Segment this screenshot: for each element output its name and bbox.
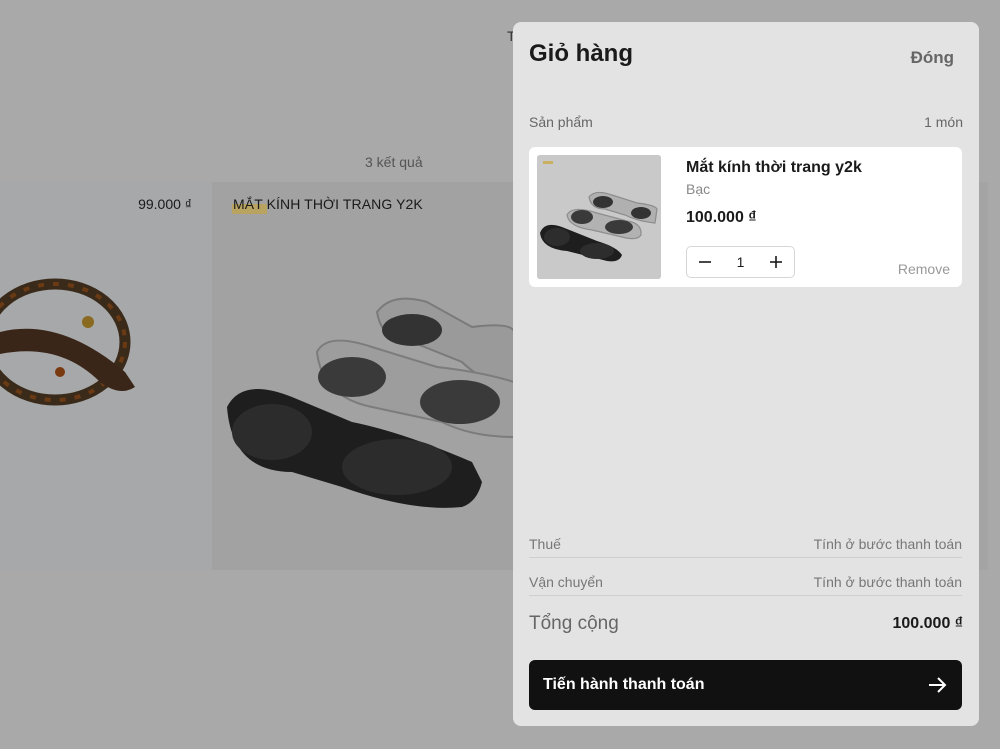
- product-card-edge: [978, 182, 988, 570]
- tax-row: Thuế Tính ở bước thanh toán: [529, 536, 962, 558]
- plus-icon: [770, 256, 782, 268]
- product-name: MẮT KÍNH THỜI TRANG Y2K: [233, 196, 423, 212]
- shipping-row: Vận chuyển Tính ở bước thanh toán: [529, 574, 962, 596]
- minus-icon: [699, 261, 711, 263]
- tax-label: Thuế: [529, 536, 561, 552]
- decrease-quantity-button[interactable]: [687, 247, 723, 277]
- shipping-label: Vận chuyển: [529, 574, 603, 590]
- tortoise-glasses-image: [0, 182, 212, 570]
- total-value: 100.000 ₫: [892, 615, 964, 632]
- increase-quantity-button[interactable]: [758, 247, 794, 277]
- result-count: 3 kết quả: [365, 154, 423, 170]
- tax-value: Tính ở bước thanh toán: [813, 536, 962, 552]
- cart-drawer: Giỏ hàng Đóng Sản phẩm 1 món Mắt kính th…: [513, 22, 979, 726]
- shipping-value: Tính ở bước thanh toán: [813, 574, 962, 590]
- item-count: 1 món: [924, 114, 963, 130]
- product-card-y2k[interactable]: MẮT KÍNH THỜI TRANG Y2K: [212, 182, 514, 570]
- arrow-right-icon: [929, 677, 947, 693]
- quantity-stepper: 1: [686, 246, 795, 278]
- total-label: Tổng cộng: [529, 613, 619, 634]
- cart-title: Giỏ hàng: [529, 40, 633, 67]
- product-thumbnail[interactable]: [537, 155, 661, 279]
- item-variant: Bạc: [686, 181, 711, 197]
- item-price: 100.000 ₫: [686, 209, 757, 226]
- product-card-tortoise[interactable]: 99.000 ₫: [0, 182, 212, 570]
- remove-button[interactable]: Remove: [898, 261, 950, 277]
- products-label: Sản phẩm: [529, 114, 593, 130]
- quantity-value[interactable]: 1: [723, 247, 758, 277]
- close-button[interactable]: Đóng: [911, 48, 954, 68]
- product-price: 99.000 ₫: [138, 196, 192, 212]
- y2k-glasses-image: [212, 182, 514, 570]
- y2k-glasses-thumbnail: [537, 155, 661, 279]
- checkout-label: Tiến hành thanh toán: [543, 676, 705, 693]
- checkout-button[interactable]: Tiến hành thanh toán: [529, 660, 962, 710]
- item-name[interactable]: Mắt kính thời trang y2k: [686, 159, 862, 177]
- cart-item: Mắt kính thời trang y2k Bạc 100.000 ₫ 1 …: [529, 147, 962, 287]
